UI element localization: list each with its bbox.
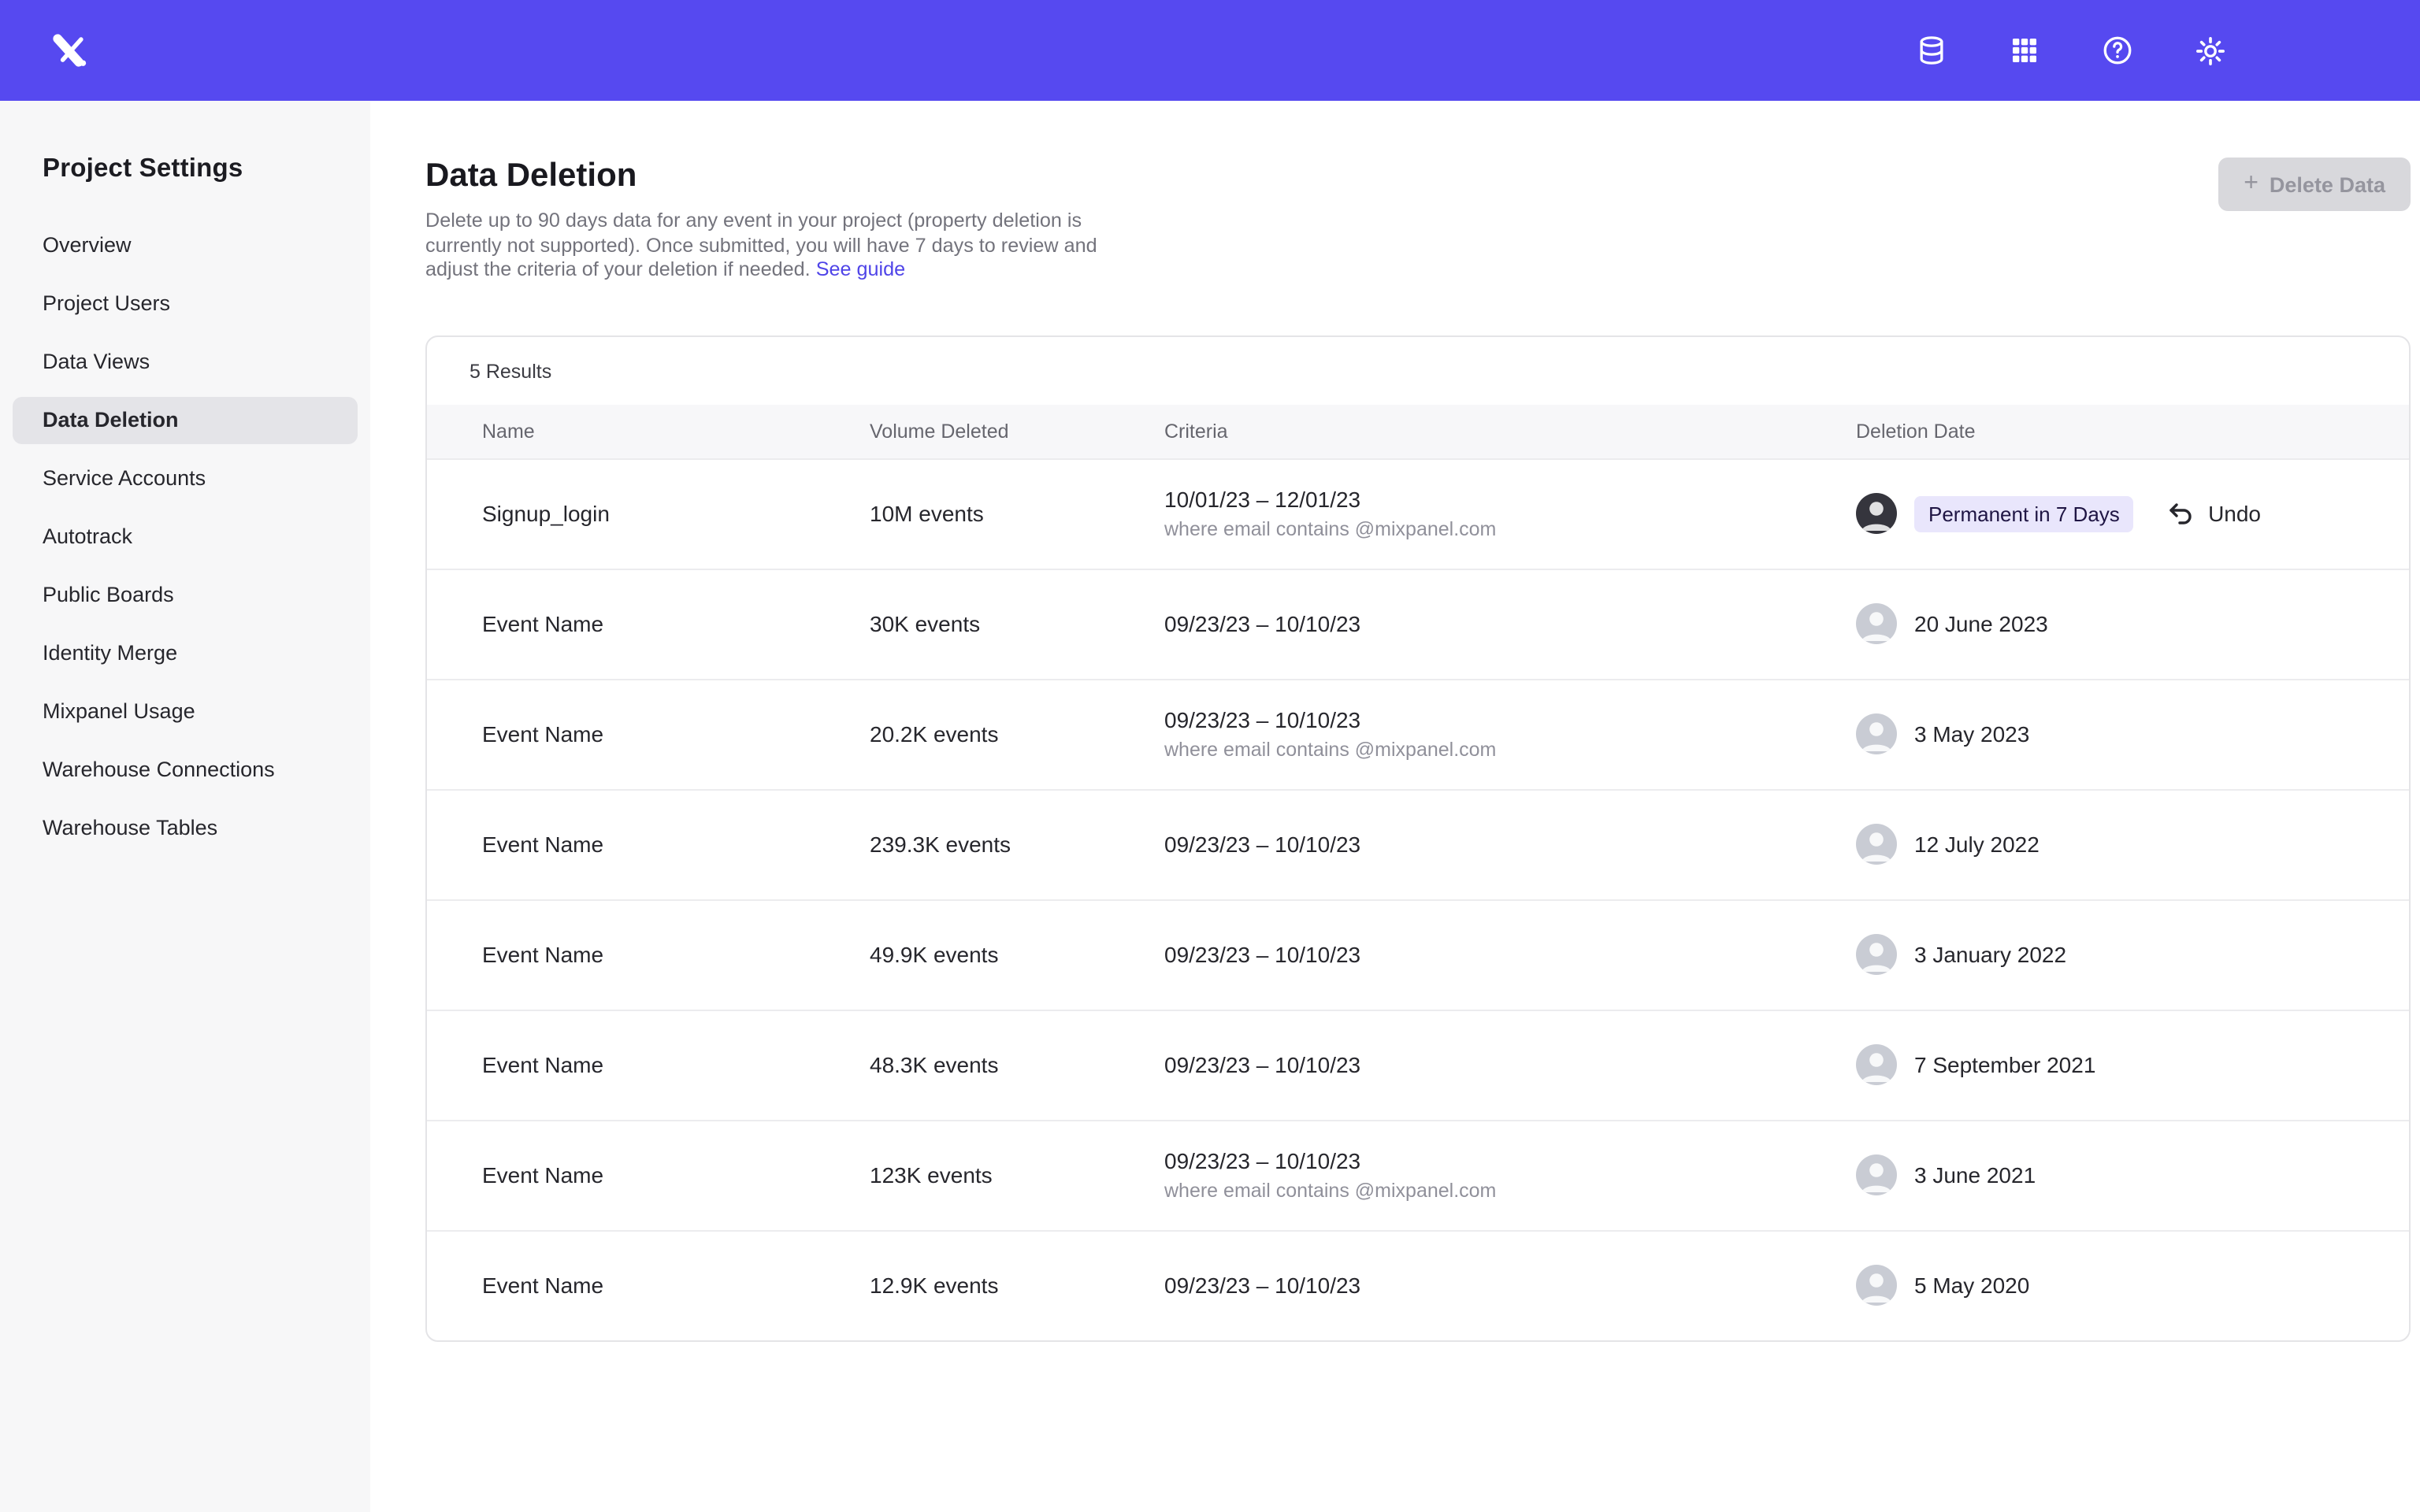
table-row: Event Name 49.9K events 09/23/23 – 10/10… bbox=[427, 899, 2409, 1010]
row-name: Event Name bbox=[482, 1163, 870, 1188]
delete-data-button[interactable]: + Delete Data bbox=[2218, 158, 2411, 211]
avatar bbox=[1856, 714, 1897, 755]
row-deletion-date: 5 May 2020 bbox=[1914, 1273, 2029, 1299]
mixpanel-logo-icon[interactable] bbox=[47, 28, 91, 72]
row-name: Event Name bbox=[482, 943, 870, 968]
avatar bbox=[1856, 825, 1897, 865]
page-title: Data Deletion bbox=[425, 158, 2411, 195]
table-body: Signup_login 10M events 10/01/23 – 12/01… bbox=[427, 458, 2409, 1340]
help-icon[interactable] bbox=[2100, 33, 2135, 68]
topbar bbox=[0, 0, 2420, 101]
undo-button[interactable]: Undo bbox=[2166, 500, 2261, 528]
sidebar-item-identity-merge[interactable]: Identity Merge bbox=[13, 630, 358, 677]
row-volume: 12.9K events bbox=[870, 1273, 1164, 1299]
row-deletion-date: 3 January 2022 bbox=[1914, 943, 2066, 968]
plus-icon: + bbox=[2244, 172, 2259, 197]
row-name: Event Name bbox=[482, 832, 870, 858]
row-criteria-sub: where email contains @mixpanel.com bbox=[1164, 519, 1856, 541]
sidebar-item-autotrack[interactable]: Autotrack bbox=[13, 513, 358, 561]
sidebar-title: Project Settings bbox=[43, 154, 370, 184]
sidebar-item-public-boards[interactable]: Public Boards bbox=[13, 572, 358, 619]
page-description: Delete up to 90 days data for any event … bbox=[425, 209, 1130, 284]
row-volume: 49.9K events bbox=[870, 943, 1164, 968]
row-criteria: 09/23/23 – 10/10/23 bbox=[1164, 612, 1856, 637]
row-volume: 239.3K events bbox=[870, 832, 1164, 858]
deletion-table-card: 5 Results Name Volume Deleted Criteria D… bbox=[425, 335, 2411, 1342]
table-row: Event Name 12.9K events 09/23/23 – 10/10… bbox=[427, 1230, 2409, 1340]
see-guide-link[interactable]: See guide bbox=[816, 258, 905, 280]
row-volume: 20.2K events bbox=[870, 722, 1164, 747]
topbar-icons bbox=[1914, 33, 2228, 68]
table-header: Name Volume Deleted Criteria Deletion Da… bbox=[427, 405, 2409, 458]
row-deletion-date: Permanent in 7 Days bbox=[1914, 496, 2134, 532]
row-deletion-date: 3 May 2023 bbox=[1914, 722, 2029, 747]
table-row: Event Name 239.3K events 09/23/23 – 10/1… bbox=[427, 789, 2409, 899]
avatar bbox=[1856, 1266, 1897, 1306]
settings-icon[interactable] bbox=[2193, 33, 2228, 68]
row-name: Event Name bbox=[482, 612, 870, 637]
row-criteria: 09/23/23 – 10/10/23 bbox=[1164, 1053, 1856, 1078]
row-name: Event Name bbox=[482, 1053, 870, 1078]
main-content: Data Deletion Delete up to 90 days data … bbox=[370, 101, 2420, 1512]
table-row: Event Name 48.3K events 09/23/23 – 10/10… bbox=[427, 1010, 2409, 1120]
row-criteria: 09/23/23 – 10/10/23 bbox=[1164, 708, 1856, 733]
row-deletion-date: 12 July 2022 bbox=[1914, 832, 2040, 858]
results-count: 5 Results bbox=[427, 337, 2409, 405]
table-row: Event Name 123K events 09/23/23 – 10/10/… bbox=[427, 1120, 2409, 1230]
data-icon[interactable] bbox=[1914, 33, 1949, 68]
column-header-name: Name bbox=[482, 421, 870, 443]
sidebar-item-data-views[interactable]: Data Views bbox=[13, 339, 358, 386]
row-name: Event Name bbox=[482, 1273, 870, 1299]
sidebar-item-service-accounts[interactable]: Service Accounts bbox=[13, 455, 358, 502]
page-description-text: Delete up to 90 days data for any event … bbox=[425, 209, 1097, 280]
avatar bbox=[1856, 494, 1897, 535]
delete-data-label: Delete Data bbox=[2270, 172, 2385, 196]
row-name: Signup_login bbox=[482, 502, 870, 527]
avatar bbox=[1856, 604, 1897, 645]
table-row: Event Name 30K events 09/23/23 – 10/10/2… bbox=[427, 569, 2409, 679]
row-volume: 30K events bbox=[870, 612, 1164, 637]
row-volume: 10M events bbox=[870, 502, 1164, 527]
avatar bbox=[1856, 935, 1897, 976]
row-deletion-date: 20 June 2023 bbox=[1914, 612, 2048, 637]
sidebar-item-project-users[interactable]: Project Users bbox=[13, 280, 358, 328]
row-volume: 123K events bbox=[870, 1163, 1164, 1188]
sidebar-nav: Overview Project Users Data Views Data Dele… bbox=[0, 222, 370, 852]
undo-icon bbox=[2166, 500, 2194, 528]
row-criteria: 09/23/23 – 10/10/23 bbox=[1164, 1273, 1856, 1299]
row-criteria-sub: where email contains @mixpanel.com bbox=[1164, 1180, 1856, 1203]
row-deletion-date: 7 September 2021 bbox=[1914, 1053, 2095, 1078]
row-criteria: 10/01/23 – 12/01/23 bbox=[1164, 487, 1856, 513]
sidebar-item-warehouse-tables[interactable]: Warehouse Tables bbox=[13, 805, 358, 852]
row-volume: 48.3K events bbox=[870, 1053, 1164, 1078]
column-header-volume: Volume Deleted bbox=[870, 421, 1164, 443]
sidebar-item-warehouse-connections[interactable]: Warehouse Connections bbox=[13, 747, 358, 794]
sidebar-item-overview[interactable]: Overview bbox=[13, 222, 358, 269]
undo-label: Undo bbox=[2208, 502, 2261, 527]
row-name: Event Name bbox=[482, 722, 870, 747]
row-criteria: 09/23/23 – 10/10/23 bbox=[1164, 943, 1856, 968]
avatar bbox=[1856, 1045, 1897, 1086]
row-criteria: 09/23/23 – 10/10/23 bbox=[1164, 832, 1856, 858]
sidebar-item-mixpanel-usage[interactable]: Mixpanel Usage bbox=[13, 688, 358, 736]
sidebar: Project Settings Overview Project Users Da… bbox=[0, 101, 370, 1512]
column-header-deletion-date: Deletion Date bbox=[1856, 421, 2409, 443]
row-deletion-date: 3 June 2021 bbox=[1914, 1163, 2036, 1188]
row-criteria-sub: where email contains @mixpanel.com bbox=[1164, 739, 1856, 762]
table-row: Signup_login 10M events 10/01/23 – 12/01… bbox=[427, 458, 2409, 569]
table-row: Event Name 20.2K events 09/23/23 – 10/10… bbox=[427, 679, 2409, 789]
column-header-criteria: Criteria bbox=[1164, 421, 1856, 443]
apps-grid-icon[interactable] bbox=[2007, 33, 2042, 68]
row-criteria: 09/23/23 – 10/10/23 bbox=[1164, 1149, 1856, 1174]
avatar bbox=[1856, 1155, 1897, 1196]
sidebar-item-data-deletion[interactable]: Data Deletion bbox=[13, 397, 358, 444]
